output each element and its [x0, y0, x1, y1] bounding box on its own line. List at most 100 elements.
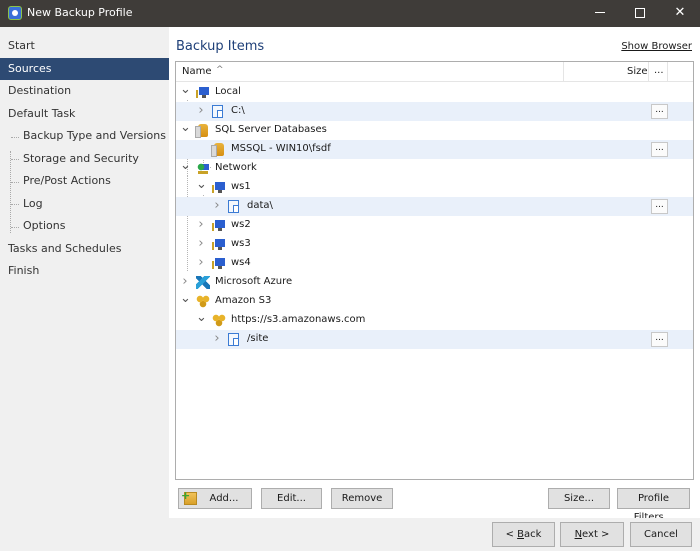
network-icon	[196, 162, 210, 175]
tree-item-label: MSSQL - WIN10\fsdf	[231, 143, 331, 154]
nav-item-options[interactable]: Options	[0, 215, 169, 237]
item-options-button[interactable]: ...	[651, 142, 668, 157]
chevron-right-icon[interactable]: ›	[196, 236, 206, 251]
back-button-prefix: <	[505, 529, 518, 540]
remove-button[interactable]: Remove	[331, 488, 393, 509]
computer-icon	[212, 257, 226, 270]
computer-icon	[212, 181, 226, 194]
nav-item-log[interactable]: Log	[0, 193, 169, 215]
nav-item-storage-security[interactable]: Storage and Security	[0, 148, 169, 170]
tree-item-label: SQL Server Databases	[215, 124, 327, 135]
profile-filters-button[interactable]: Profile Filters...	[617, 488, 690, 523]
tree-row[interactable]: › Microsoft Azure	[176, 273, 693, 292]
window-title: New Backup Profile	[27, 6, 133, 19]
column-header-size[interactable]: Size	[627, 66, 648, 77]
item-options-button[interactable]: ...	[651, 104, 668, 119]
back-button-rest: ack	[524, 529, 542, 540]
drive-icon	[212, 105, 223, 118]
tree-row[interactable]: ⌄ ws1	[176, 177, 693, 197]
column-header-more[interactable]: ...	[654, 65, 664, 76]
tree-row[interactable]: › C:\...	[176, 102, 693, 121]
back-button-mnemonic: B	[517, 529, 524, 540]
computer-icon	[212, 219, 226, 232]
column-header-name[interactable]: Name	[182, 66, 212, 77]
tree-item-label: ws1	[231, 181, 251, 192]
chevron-down-icon[interactable]: ⌄	[196, 177, 207, 192]
tree-header: Name ^ Size ...	[176, 62, 693, 82]
column-separator[interactable]	[667, 62, 668, 82]
maximize-icon	[635, 7, 645, 18]
tree-row[interactable]: › ws3	[176, 235, 693, 254]
column-separator[interactable]	[563, 62, 564, 82]
item-options-button[interactable]: ...	[651, 332, 668, 347]
sort-ascending-icon: ^	[216, 65, 224, 75]
wizard-navigation: Start Sources Destination Default Task B…	[0, 27, 169, 518]
tree-item-label: Amazon S3	[215, 295, 272, 306]
chevron-right-icon[interactable]: ›	[196, 103, 206, 118]
nav-item-pre-post-actions[interactable]: Pre/Post Actions	[0, 170, 169, 192]
back-button[interactable]: < Back	[492, 522, 555, 547]
add-item-icon	[181, 486, 197, 505]
next-button-mnemonic: N	[574, 529, 583, 540]
size-button[interactable]: Size...	[548, 488, 610, 509]
tree-item-label: ws3	[231, 238, 251, 249]
tree-row[interactable]: ⌄ https://s3.amazonaws.com	[176, 310, 693, 330]
chevron-right-icon[interactable]: ›	[212, 331, 222, 346]
tree-item-label: Local	[215, 86, 241, 97]
drive-icon	[228, 333, 239, 346]
database-server-icon	[195, 124, 208, 138]
tree-row[interactable]: › ws2	[176, 216, 693, 235]
chevron-right-icon[interactable]: ›	[196, 255, 206, 270]
tree-item-label: C:\	[231, 105, 245, 116]
add-button[interactable]: Add...	[178, 486, 252, 509]
azure-icon	[196, 276, 210, 289]
chevron-right-icon[interactable]: ›	[180, 274, 190, 289]
nav-item-backup-type[interactable]: Backup Type and Versions	[0, 125, 169, 147]
edit-button[interactable]: Edit...	[261, 488, 322, 509]
tree-row[interactable]: › data\...	[176, 197, 693, 216]
nav-item-start[interactable]: Start	[0, 35, 169, 57]
tree-row[interactable]: MSSQL - WIN10\fsdf...	[176, 140, 693, 159]
tree-item-label: Microsoft Azure	[215, 276, 293, 287]
close-icon: ✕	[674, 5, 686, 20]
database-icon	[211, 143, 224, 157]
chevron-right-icon[interactable]: ›	[212, 198, 222, 213]
next-button[interactable]: Next >	[560, 522, 624, 547]
chevron-down-icon[interactable]: ⌄	[180, 158, 191, 173]
chevron-down-icon[interactable]: ⌄	[180, 82, 191, 97]
nav-item-tasks-schedules[interactable]: Tasks and Schedules	[0, 238, 169, 260]
show-browser-link[interactable]: Show Browser	[621, 41, 692, 52]
nav-item-finish[interactable]: Finish	[0, 260, 169, 282]
cancel-button[interactable]: Cancel	[630, 522, 692, 547]
title-bar: New Backup Profile ✕	[0, 0, 700, 27]
computer-icon	[196, 86, 210, 99]
backup-items-tree[interactable]: Name ^ Size ... ⌄ Local › C:\... ⌄ SQL Server…	[175, 61, 694, 480]
tree-row[interactable]: › /site...	[176, 330, 693, 349]
tree-item-label: /site	[247, 333, 269, 344]
amazon-s3-icon	[212, 314, 226, 327]
item-options-button[interactable]: ...	[651, 199, 668, 214]
chevron-down-icon[interactable]: ⌄	[196, 310, 207, 325]
chevron-right-icon[interactable]: ›	[196, 217, 206, 232]
nav-item-sources[interactable]: Sources	[0, 58, 169, 80]
tree-row[interactable]: ⌄ Network	[176, 158, 693, 178]
nav-item-default-task[interactable]: Default Task	[0, 103, 169, 125]
tree-row[interactable]: ⌄ Amazon S3	[176, 291, 693, 311]
minimize-icon	[595, 12, 605, 13]
main-panel: Backup Items Show Browser Name ^ Size ..…	[169, 27, 700, 518]
tree-row[interactable]: › ws4	[176, 254, 693, 273]
close-button[interactable]: ✕	[657, 0, 700, 27]
tree-item-label: Network	[215, 162, 257, 173]
nav-item-destination[interactable]: Destination	[0, 80, 169, 102]
column-separator[interactable]	[648, 62, 649, 82]
chevron-down-icon[interactable]: ⌄	[180, 120, 191, 135]
page-title: Backup Items	[176, 39, 265, 54]
tree-row[interactable]: ⌄ SQL Server Databases	[176, 120, 693, 140]
chevron-down-icon[interactable]: ⌄	[180, 291, 191, 306]
tree-item-label: data\	[247, 200, 273, 211]
tree-row[interactable]: ⌄ Local	[176, 82, 693, 102]
add-button-label: Add...	[209, 493, 239, 504]
app-icon	[8, 6, 22, 20]
next-button-rest: ext >	[582, 529, 610, 540]
tree-item-label: ws2	[231, 219, 251, 230]
